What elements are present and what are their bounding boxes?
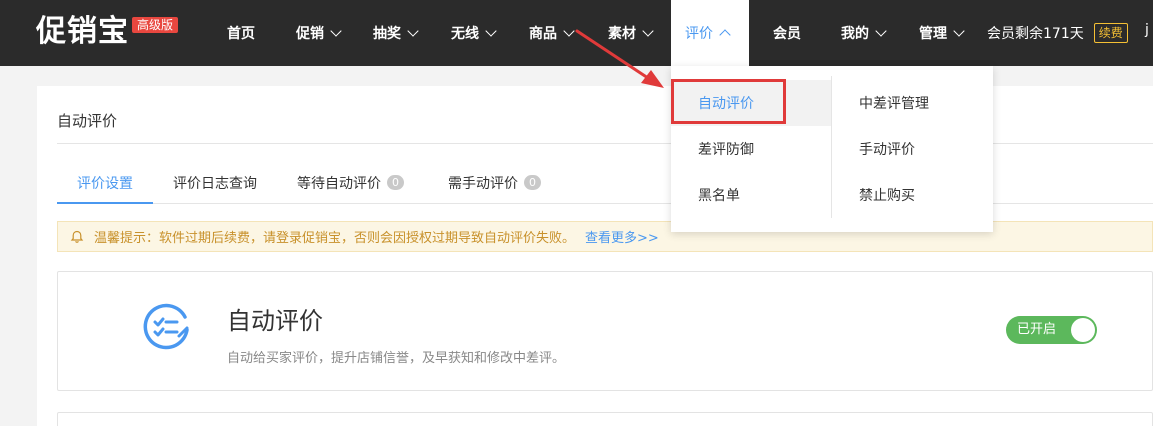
tab-label: 评价设置: [77, 175, 133, 192]
nav-item-materials[interactable]: 素材: [608, 0, 654, 66]
card-description: 自动给买家评价，提升店铺信誉，及早获知和修改中差评。: [227, 351, 566, 366]
chevron-down-icon: [953, 25, 965, 37]
nav-item-lottery[interactable]: 抽奖: [373, 0, 419, 66]
membership-status: 会员剩余171天 续费: [987, 0, 1128, 66]
bell-icon: [70, 230, 84, 243]
nav-item-label: 素材: [608, 26, 636, 42]
menu-item-negative-review-manage[interactable]: 中差评管理: [832, 80, 992, 126]
nav-item-label: 会员: [773, 26, 801, 42]
nav-item-wireless[interactable]: 无线: [451, 0, 497, 66]
nav-item-label: 无线: [451, 26, 479, 42]
nav-item-label: 抽奖: [373, 26, 401, 42]
nav-item-products[interactable]: 商品: [529, 0, 575, 66]
toggle-label: 已开启: [1017, 322, 1057, 337]
tab-manual-review-needed[interactable]: 需手动评价 0: [448, 162, 541, 203]
chevron-down-icon: [407, 25, 419, 37]
menu-item-label: 中差评管理: [859, 96, 929, 112]
chevron-down-icon: [875, 25, 887, 37]
menu-item-manual-review[interactable]: 手动评价: [832, 126, 992, 172]
menu-item-label: 黑名单: [698, 188, 740, 204]
auto-review-card: 自动评价 自动给买家评价，提升店铺信誉，及早获知和修改中差评。 已开启: [57, 271, 1153, 391]
nav-item-review[interactable]: 评价: [671, 0, 749, 66]
menu-item-purchase-ban[interactable]: 禁止购买: [832, 172, 992, 218]
count-badge: 0: [387, 175, 404, 190]
member-remaining-text: 会员剩余171天: [987, 26, 1084, 42]
next-card: [57, 412, 1153, 426]
nav-item-home[interactable]: 首页: [227, 0, 255, 66]
nav-item-promotion[interactable]: 促销: [296, 0, 342, 66]
nav-item-mine[interactable]: 我的: [841, 0, 887, 66]
card-title: 自动评价: [227, 307, 323, 335]
nav-item-label: 我的: [841, 26, 869, 42]
nav-item-members[interactable]: 会员: [773, 0, 801, 66]
menu-item-blacklist[interactable]: 黑名单: [671, 172, 831, 218]
edition-badge: 高级版: [132, 17, 179, 33]
chevron-down-icon: [642, 25, 654, 37]
page-title: 自动评价: [57, 112, 118, 130]
menu-item-bad-review-defense[interactable]: 差评防御: [671, 126, 831, 172]
tab-review-log[interactable]: 评价日志查询: [173, 162, 257, 203]
tab-review-settings[interactable]: 评价设置: [57, 162, 153, 204]
menu-item-label: 自动评价: [698, 96, 754, 112]
menu-item-auto-review[interactable]: 自动评价: [671, 80, 831, 126]
toggle-knob: [1071, 318, 1095, 342]
nav-item-label: 首页: [227, 26, 255, 42]
tab-label: 等待自动评价: [297, 175, 381, 192]
menu-item-label: 手动评价: [859, 142, 915, 158]
count-badge: 0: [524, 175, 541, 190]
nav-item-label: 促销: [296, 26, 324, 42]
chevron-up-icon: [719, 29, 731, 41]
chevron-down-icon: [563, 25, 575, 37]
menu-item-label: 禁止购买: [859, 188, 915, 204]
chevron-down-icon: [485, 25, 497, 37]
nav-item-label: 管理: [919, 26, 947, 42]
see-more-link[interactable]: 查看更多>>: [585, 227, 659, 246]
chevron-down-icon: [330, 25, 342, 37]
nav-item-label: 商品: [529, 26, 557, 42]
tab-pending-auto-review[interactable]: 等待自动评价 0: [297, 162, 404, 203]
notice-text: 温馨提示：软件过期后续费，请登录促销宝，否则会因授权过期导致自动评价失败。: [94, 231, 576, 246]
renew-button[interactable]: 续费: [1093, 23, 1128, 43]
checklist-icon: [143, 303, 189, 350]
nav-item-manage[interactable]: 管理: [919, 0, 965, 66]
menu-item-label: 差评防御: [698, 142, 754, 158]
top-nav-bar: 促销宝 高级版 首页 促销 抽奖 无线 商品 素材 评价 会员 我的 管理 会员…: [0, 0, 1153, 66]
app-logo[interactable]: 促销宝 高级版: [36, 12, 179, 52]
auto-review-toggle[interactable]: 已开启: [1006, 316, 1097, 344]
tab-label: 评价日志查询: [173, 175, 257, 192]
nav-item-label: 评价: [685, 26, 713, 42]
logo-text: 促销宝: [36, 14, 129, 49]
tab-label: 需手动评价: [448, 175, 518, 192]
review-dropdown-menu: 自动评价 差评防御 黑名单 中差评管理 手动评价 禁止购买: [671, 66, 993, 232]
truncated-nav-text: j: [1145, 22, 1149, 38]
